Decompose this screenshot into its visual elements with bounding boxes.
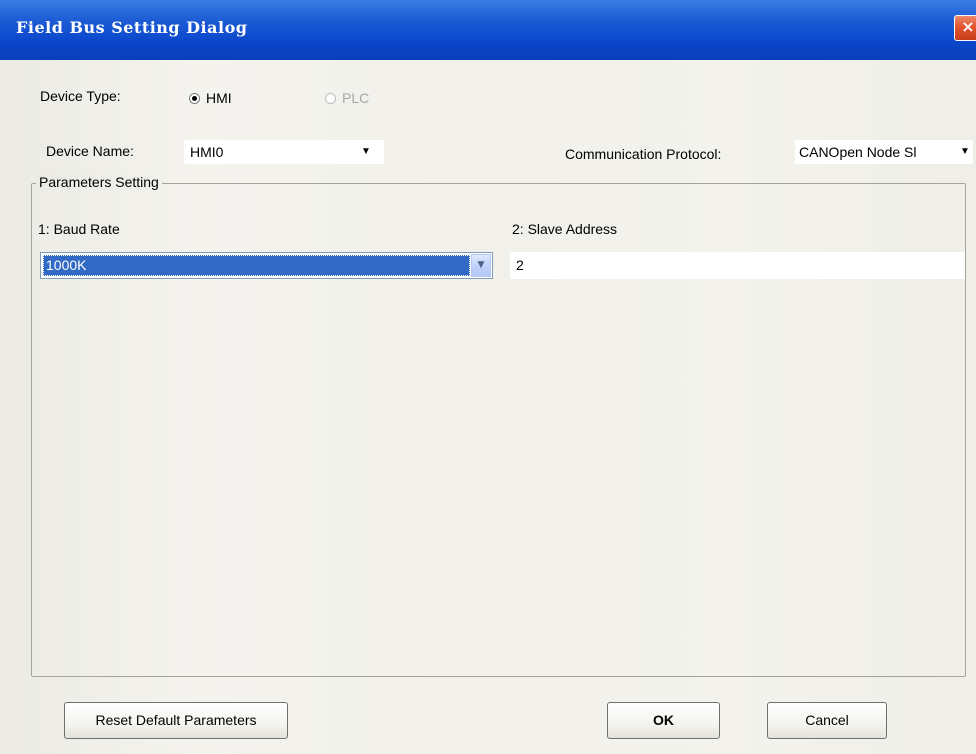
device-name-combo[interactable]: HMI0 ▼ xyxy=(184,140,384,164)
radio-plc[interactable]: PLC xyxy=(325,90,369,106)
radio-unchecked-icon xyxy=(325,92,336,104)
communication-protocol-label: Communication Protocol: xyxy=(565,146,722,162)
slave-address-input[interactable]: 2 xyxy=(510,252,965,279)
radio-checked-icon xyxy=(189,92,200,104)
radio-hmi[interactable]: HMI xyxy=(189,90,232,106)
close-icon[interactable]: × xyxy=(954,15,976,41)
parameters-group-title: Parameters Setting xyxy=(36,174,162,190)
title-bar[interactable]: Field Bus Setting Dialog × xyxy=(0,0,976,60)
device-type-label: Device Type: xyxy=(40,88,121,104)
communication-protocol-value: CANOpen Node Sl xyxy=(799,144,917,160)
baud-rate-label: 1: Baud Rate xyxy=(38,221,120,237)
baud-rate-value: 1000K xyxy=(43,255,470,276)
ok-button[interactable]: OK xyxy=(607,702,720,739)
chevron-down-icon[interactable]: ▼ xyxy=(959,140,971,164)
communication-protocol-combo[interactable]: CANOpen Node Sl ▼ xyxy=(795,140,973,164)
reset-default-parameters-button[interactable]: Reset Default Parameters xyxy=(64,702,288,739)
chevron-down-icon[interactable]: ▼ xyxy=(471,254,491,277)
chevron-down-icon[interactable]: ▼ xyxy=(360,140,372,164)
baud-rate-combo[interactable]: 1000K ▼ xyxy=(40,252,493,279)
radio-plc-label: PLC xyxy=(342,90,370,106)
cancel-button[interactable]: Cancel xyxy=(767,702,887,739)
radio-hmi-label: HMI xyxy=(206,90,232,106)
window-title: Field Bus Setting Dialog xyxy=(16,18,248,37)
field-bus-setting-dialog: Field Bus Setting Dialog × Device Type: … xyxy=(0,0,976,754)
slave-address-label: 2: Slave Address xyxy=(512,221,618,237)
device-name-value: HMI0 xyxy=(190,144,224,160)
device-name-label: Device Name: xyxy=(46,143,134,159)
